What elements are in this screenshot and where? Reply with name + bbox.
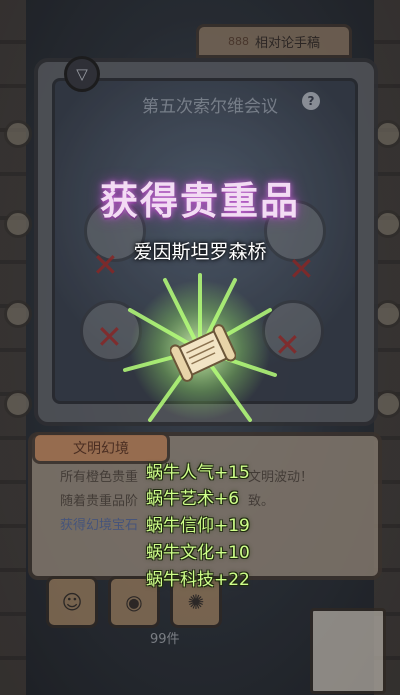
- scroll-icon: [170, 324, 236, 382]
- stat-culture: 蜗牛文化+10: [146, 543, 250, 563]
- stat-popularity: 蜗牛人气+15: [146, 463, 250, 483]
- reward-item-name: 爱因斯坦罗森桥: [133, 241, 267, 263]
- stat-faith: 蜗牛信仰+19: [146, 516, 250, 536]
- stat-art: 蜗牛艺术+6: [146, 489, 240, 509]
- reward-headline: 获得贵重品: [99, 179, 300, 223]
- stat-technology: 蜗牛科技+22: [146, 570, 250, 590]
